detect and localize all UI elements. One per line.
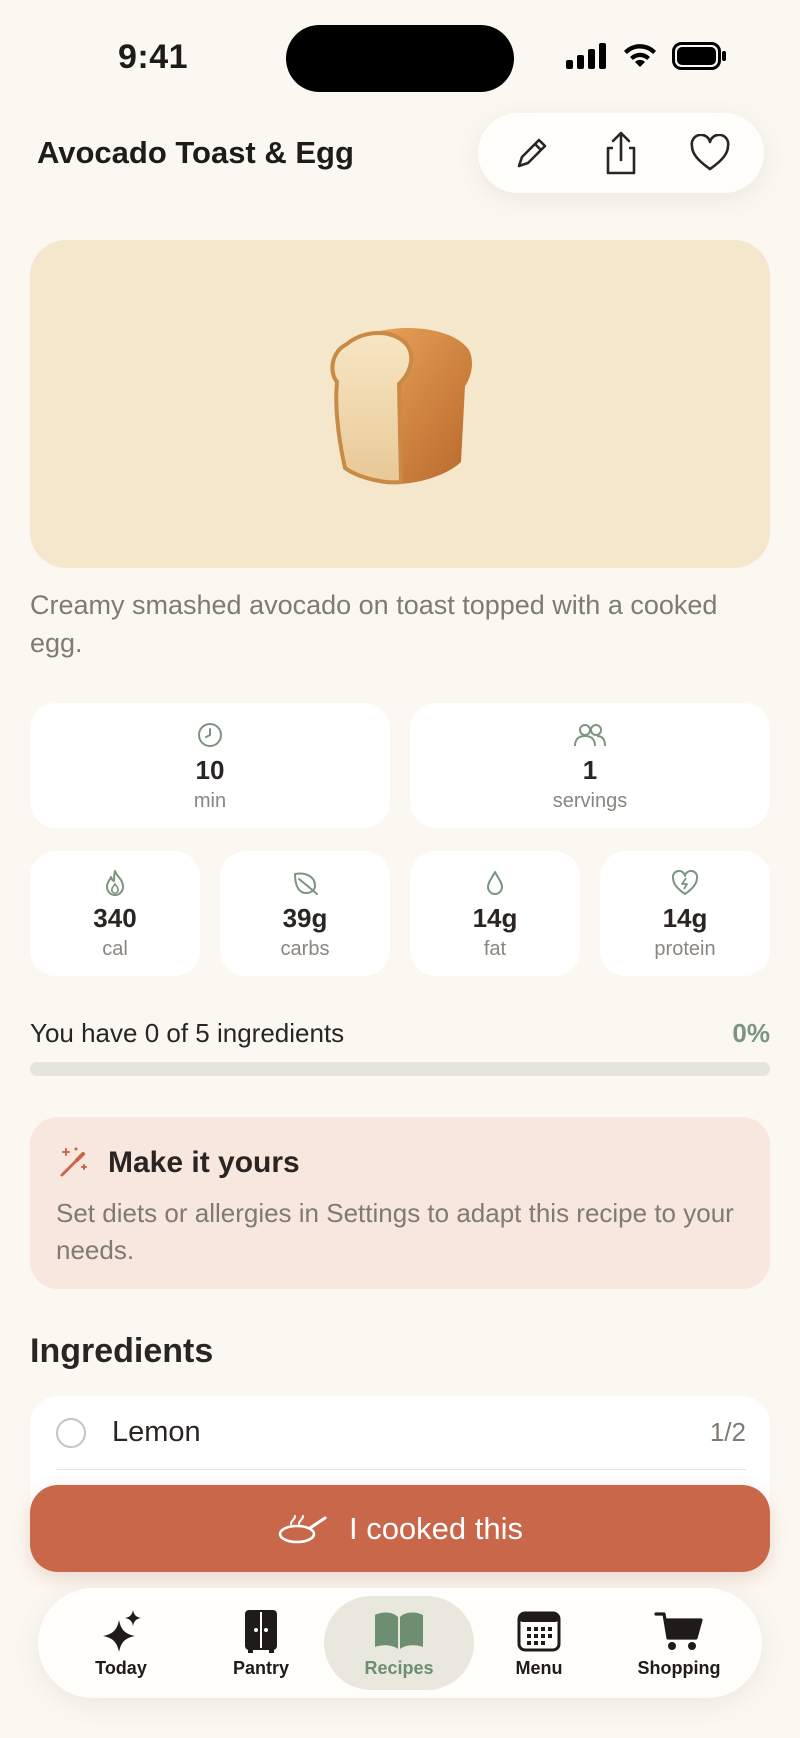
stat-card-time: 10 min xyxy=(30,703,390,828)
cart-icon xyxy=(654,1612,703,1650)
ingredient-progress-percent: 0% xyxy=(732,1018,770,1048)
heart-icon xyxy=(690,134,730,171)
tip-title: Make it yours xyxy=(108,1146,300,1179)
wifi-icon xyxy=(624,44,656,67)
cook-button-label: I cooked this xyxy=(348,1510,524,1546)
ingredient-quantity: 1/2 xyxy=(709,1417,746,1447)
share-icon xyxy=(606,131,636,175)
stat-value: 14g xyxy=(662,903,708,933)
tab-bar: Today Pantry Recipes Menu Shopping xyxy=(38,1588,762,1698)
battery-icon xyxy=(672,42,726,70)
people-icon xyxy=(574,724,606,747)
stat-unit: servings xyxy=(552,790,628,812)
share-button[interactable] xyxy=(591,123,651,183)
dynamic-island xyxy=(286,25,514,92)
magic-wand-icon xyxy=(60,1147,87,1177)
flame-icon xyxy=(106,870,124,896)
drop-icon xyxy=(487,871,503,895)
cabinet-icon xyxy=(245,1610,277,1653)
tab-recipes[interactable]: Recipes xyxy=(324,1596,474,1690)
clock-icon xyxy=(198,723,222,747)
stat-card-servings: 1 servings xyxy=(410,703,770,828)
tab-label: Shopping xyxy=(637,1658,721,1678)
stat-card-carbs: 39g carbs xyxy=(220,851,390,976)
signal-icon xyxy=(566,43,606,69)
make-it-yours-card[interactable]: Make it yours Set diets or allergies in … xyxy=(30,1117,770,1289)
ingredient-progress-bar xyxy=(30,1062,770,1076)
pencil-icon xyxy=(518,138,547,168)
bread-icon xyxy=(330,327,472,484)
calendar-icon xyxy=(517,1611,561,1652)
stat-unit: min xyxy=(193,790,227,812)
ingredient-checkbox[interactable] xyxy=(56,1417,86,1448)
i-cooked-this-button[interactable]: I cooked this xyxy=(30,1485,770,1572)
list-item[interactable]: Lemon 1/2 xyxy=(56,1396,746,1470)
status-icons xyxy=(566,42,728,70)
stat-card-calories: 340 cal xyxy=(30,851,200,976)
favorite-button[interactable] xyxy=(680,123,740,183)
tab-label: Recipes xyxy=(364,1658,434,1678)
recipe-description: Creamy smashed avocado on toast topped w… xyxy=(30,590,718,658)
heart-bolt-icon xyxy=(671,870,699,895)
tab-shopping[interactable]: Shopping xyxy=(604,1596,754,1690)
tab-label: Menu xyxy=(515,1658,563,1678)
stat-unit: fat xyxy=(483,938,507,960)
stat-value: 10 xyxy=(195,755,225,785)
stat-card-fat: 14g fat xyxy=(410,851,580,976)
sparkles-icon xyxy=(103,1610,141,1652)
tab-label: Pantry xyxy=(232,1658,290,1678)
status-time: 9:41 xyxy=(118,38,189,76)
stat-unit: carbs xyxy=(280,938,330,960)
ingredient-progress-label: You have 0 of 5 ingredients xyxy=(30,1018,345,1048)
recipe-hero-image xyxy=(30,240,770,568)
ingredient-name: Lemon xyxy=(112,1416,201,1448)
page-title: Avocado Toast & Egg xyxy=(37,135,354,170)
book-icon xyxy=(375,1612,423,1649)
stat-value: 39g xyxy=(282,903,328,933)
stat-value: 14g xyxy=(472,903,518,933)
stat-value: 1 xyxy=(582,755,598,785)
stat-card-protein: 14g protein xyxy=(600,851,770,976)
tab-today[interactable]: Today xyxy=(46,1596,196,1690)
tip-text: Set diets or allergies in Settings to ad… xyxy=(56,1198,734,1265)
tab-pantry[interactable]: Pantry xyxy=(186,1596,336,1690)
frying-pan-icon xyxy=(278,1514,327,1543)
tab-menu[interactable]: Menu xyxy=(464,1596,614,1690)
leaf-icon xyxy=(294,872,318,895)
stat-value: 340 xyxy=(93,903,137,933)
edit-button[interactable] xyxy=(502,123,562,183)
tab-label: Today xyxy=(95,1658,147,1678)
header-actions xyxy=(478,113,764,193)
status-bar: 9:41 xyxy=(0,0,800,110)
stat-unit: protein xyxy=(654,938,716,960)
ingredients-heading: Ingredients xyxy=(30,1332,214,1370)
stat-unit: cal xyxy=(102,938,128,960)
